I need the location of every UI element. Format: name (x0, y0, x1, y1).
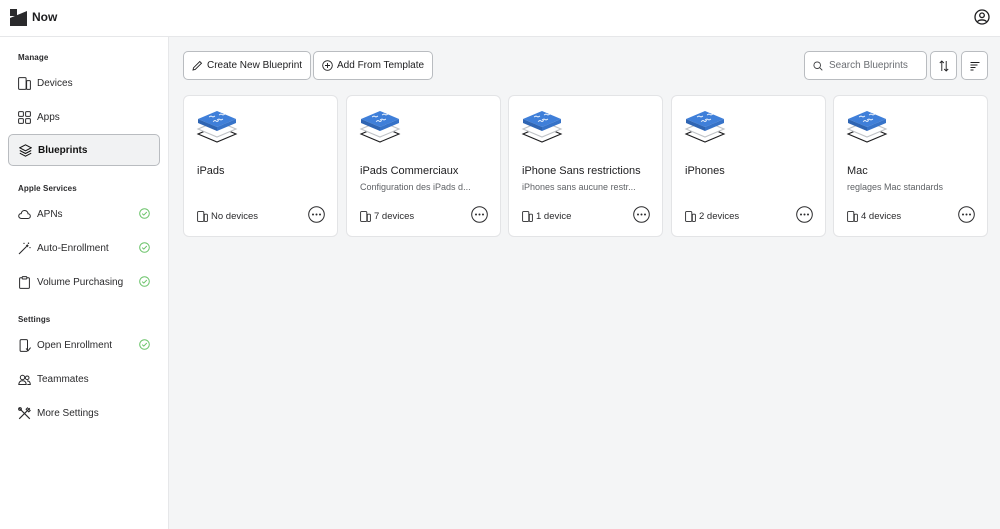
top-bar: Now (0, 0, 1000, 37)
sidebar-item-label: More Settings (37, 407, 99, 419)
create-new-blueprint-label: Create New Blueprint (207, 60, 303, 71)
blueprint-description: reglages Mac standards (847, 182, 944, 192)
add-from-template-label: Add From Template (337, 60, 425, 71)
more-options-icon[interactable] (308, 206, 325, 223)
more-options-icon[interactable] (958, 206, 975, 223)
add-from-template-button[interactable]: Add From Template (313, 51, 434, 80)
devices-icon (522, 211, 533, 222)
blueprint-stack-icon (684, 111, 726, 143)
app-title: Now (32, 10, 58, 24)
people-icon (18, 374, 31, 385)
devices-icon (18, 76, 31, 90)
blueprint-description: Configuration des iPads d... (360, 182, 471, 192)
device-count-label: 7 devices (374, 211, 415, 222)
device-count: 1 device (522, 211, 571, 222)
more-options-icon[interactable] (633, 206, 650, 223)
section-label-apple-services: Apple Services (18, 184, 77, 193)
devices-icon (197, 211, 208, 222)
layers-icon (19, 143, 32, 157)
blueprint-title: iPads (197, 165, 225, 177)
devices-icon (685, 211, 696, 222)
sidebar-item-label: Teammates (37, 373, 89, 385)
blueprint-title: iPhone Sans restrictions (522, 165, 641, 177)
blueprint-title: Mac (847, 165, 868, 177)
sidebar: Manage Devices Apps Blueprints Apple Ser… (0, 37, 169, 529)
device-count-label: 1 device (536, 211, 572, 222)
devices-icon (847, 211, 858, 222)
status-ok-icon (139, 208, 150, 219)
sidebar-item-label: Volume Purchasing (37, 276, 124, 288)
search-box[interactable] (804, 51, 927, 80)
blueprint-card-iphone-sans-restrictions[interactable]: iPhone Sans restrictions iPhones sans au… (508, 95, 663, 237)
sidebar-item-apns[interactable]: APNs (8, 198, 160, 230)
status-ok-icon (139, 276, 150, 287)
apps-grid-icon (18, 110, 31, 124)
magic-wand-icon (18, 242, 31, 254)
blueprint-card-iphones[interactable]: iPhones 2 devices (671, 95, 826, 237)
device-count-label: 2 devices (699, 211, 740, 222)
sidebar-item-volume-purchasing[interactable]: Volume Purchasing (8, 266, 160, 298)
sidebar-item-apps[interactable]: Apps (8, 101, 160, 133)
tools-icon (18, 406, 31, 419)
phone-enroll-icon (19, 338, 31, 352)
sidebar-item-label: Blueprints (38, 144, 88, 156)
account-icon[interactable] (974, 9, 990, 25)
create-new-blueprint-button[interactable]: Create New Blueprint (183, 51, 312, 80)
view-options-button[interactable] (961, 51, 988, 80)
blueprint-description: iPhones sans aucune restr... (522, 182, 636, 192)
device-count: No devices (197, 211, 258, 222)
sidebar-item-auto-enrollment[interactable]: Auto-Enrollment (8, 232, 160, 264)
blueprint-stack-icon (846, 111, 888, 143)
device-count-label: No devices (211, 211, 258, 222)
section-label-settings: Settings (18, 315, 51, 324)
device-count-label: 4 devices (861, 211, 902, 222)
blueprint-stack-icon (359, 111, 401, 143)
search-icon (813, 60, 823, 71)
blueprint-title: iPhones (685, 165, 725, 177)
device-count: 7 devices (360, 211, 414, 222)
sidebar-item-label: Auto-Enrollment (37, 242, 109, 254)
sidebar-item-teammates[interactable]: Teammates (8, 363, 160, 395)
sidebar-item-devices[interactable]: Devices (8, 67, 160, 99)
status-ok-icon (139, 339, 150, 350)
device-count: 4 devices (847, 211, 901, 222)
blueprint-stack-icon (196, 111, 238, 143)
now-logo-icon[interactable] (10, 9, 27, 26)
search-input[interactable] (829, 60, 925, 71)
sidebar-item-open-enrollment[interactable]: Open Enrollment (8, 329, 160, 361)
cloud-icon (18, 209, 31, 219)
plus-circle-icon (322, 60, 333, 71)
sort-button[interactable] (930, 51, 957, 80)
list-view-icon (970, 61, 979, 70)
sidebar-item-more-settings[interactable]: More Settings (8, 397, 160, 429)
blueprint-card-ipads[interactable]: iPads No devices (183, 95, 338, 237)
devices-icon (360, 211, 371, 222)
blueprint-title: iPads Commerciaux (360, 165, 459, 177)
sort-icon (938, 59, 949, 72)
sidebar-item-blueprints[interactable]: Blueprints (8, 134, 160, 166)
device-count: 2 devices (685, 211, 739, 222)
blueprint-card-mac[interactable]: Mac reglages Mac standards 4 devices (833, 95, 988, 237)
blueprint-stack-icon (521, 111, 563, 143)
pencil-icon (192, 60, 203, 71)
section-label-manage: Manage (18, 53, 49, 62)
more-options-icon[interactable] (796, 206, 813, 223)
more-options-icon[interactable] (471, 206, 488, 223)
sidebar-item-label: Devices (37, 77, 73, 89)
clipboard-icon (19, 275, 30, 289)
sidebar-item-label: Apps (37, 111, 60, 123)
status-ok-icon (139, 242, 150, 253)
sidebar-item-label: APNs (37, 208, 63, 220)
sidebar-item-label: Open Enrollment (37, 339, 113, 351)
blueprint-card-ipads-commerciaux[interactable]: iPads Commerciaux Configuration des iPad… (346, 95, 501, 237)
